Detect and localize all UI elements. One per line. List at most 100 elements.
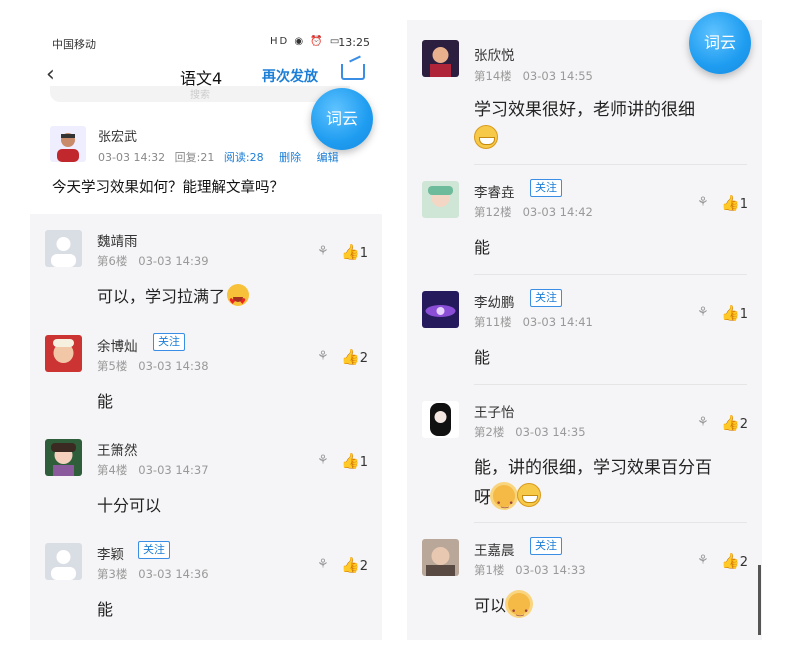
like-count: 1: [739, 307, 748, 322]
thumbs-up-icon: 👍: [341, 348, 360, 366]
like-count: 2: [739, 555, 748, 570]
flower-icon[interactable]: ⚘: [317, 453, 329, 468]
floor-label: 第4楼: [97, 463, 128, 477]
comment-time: 03-03 14:33: [515, 563, 586, 577]
avatar[interactable]: [50, 126, 86, 162]
like-button[interactable]: 👍2: [721, 552, 748, 570]
avatar[interactable]: [45, 230, 82, 267]
thumbs-up-icon: 👍: [721, 414, 740, 432]
comment-time: 03-03 14:55: [522, 69, 593, 83]
thumbs-up-icon: 👍: [721, 194, 740, 212]
comment-meta: 第4楼 03-03 14:37: [97, 462, 209, 478]
comment-author: 王嘉晨: [474, 543, 515, 559]
floor-label: 第14楼: [474, 69, 512, 83]
comment-body: 可以: [474, 596, 507, 615]
list-item: 李睿垚 关注 第12楼 03-03 14:42 ⚘ 👍1 能: [407, 165, 762, 275]
post-meta: 03-03 14:32 回复:21 阅读:28 删除 编辑: [98, 149, 339, 165]
word-cloud-button[interactable]: 词云: [689, 12, 751, 74]
list-item: 魏靖雨 第6楼 03-03 14:39 ⚘ 👍1 可以，学习拉满了: [30, 214, 382, 319]
post-date: 03-03 14:32: [98, 151, 166, 164]
comment-time: 03-03 14:37: [138, 463, 209, 477]
sun-emoji-icon: [508, 593, 531, 627]
flower-icon[interactable]: ⚘: [697, 415, 709, 430]
comment-author: 王子怡: [474, 405, 515, 421]
list-item: 王子怡 第2楼 03-03 14:35 ⚘ 👍2 能，讲的很细，学习效果百分百呀: [407, 385, 762, 523]
heart-eyes-emoji-icon: [227, 284, 250, 317]
list-item: 余博灿 关注 第5楼 03-03 14:38 ⚘ 👍2 能: [30, 319, 382, 423]
right-screen: 张欣悦 第14楼 03-03 14:55 学习效果很好，老师讲的很细 李睿垚 关…: [407, 0, 762, 640]
flower-icon[interactable]: ⚘: [697, 305, 709, 320]
resend-button[interactable]: 再次发放: [262, 66, 318, 86]
like-button[interactable]: 👍1: [341, 243, 368, 261]
avatar[interactable]: [422, 181, 459, 218]
clock-label: 13:25: [338, 36, 370, 49]
flower-icon[interactable]: ⚘: [317, 349, 329, 364]
carrier-label: 中国移动: [52, 38, 96, 51]
comment-text: 可以: [474, 591, 531, 627]
read-count[interactable]: 阅读:28: [224, 151, 264, 164]
edit-button[interactable]: 编辑: [317, 151, 339, 164]
like-button[interactable]: 👍2: [341, 348, 368, 366]
flower-icon[interactable]: ⚘: [697, 553, 709, 568]
floor-label: 第12楼: [474, 205, 512, 219]
comment-text: 可以，学习拉满了: [97, 282, 250, 317]
back-arrow-icon[interactable]: ‹: [46, 62, 55, 87]
scrollbar[interactable]: [758, 565, 761, 635]
grin-emoji-icon: [474, 125, 498, 149]
comment-meta: 第14楼 03-03 14:55: [474, 68, 593, 84]
post-question: 今天学习效果如何？能理解文章吗？: [52, 180, 284, 196]
avatar[interactable]: [45, 335, 82, 372]
comment-text: 能: [474, 348, 491, 367]
comment-text: 能，讲的很细，学习效果百分百呀: [474, 453, 712, 519]
like-button[interactable]: 👍1: [721, 194, 748, 212]
comment-text: 能: [97, 600, 114, 619]
comment-time: 03-03 14:36: [138, 567, 209, 581]
list-item: 王嘉晨 关注 第1楼 03-03 14:33 ⚘ 👍2 可以: [407, 523, 762, 640]
comment-author: 李睿垚: [474, 185, 515, 201]
comment-author: 李颖: [97, 547, 124, 563]
avatar[interactable]: [422, 401, 459, 438]
thumbs-up-icon: 👍: [341, 556, 360, 574]
comment-time: 03-03 14:38: [138, 359, 209, 373]
left-screen: 中国移动 HD ◉ ⏰ ▭ 13:25 ‹ 语文4 再次发放 搜索 词云 张宏武…: [30, 0, 382, 640]
comment-body-line2: 呀: [474, 488, 491, 508]
comment-meta: 第11楼 03-03 14:41: [474, 314, 593, 330]
flower-icon[interactable]: ⚘: [317, 244, 329, 259]
search-input[interactable]: 搜索: [50, 86, 350, 102]
comment-author: 余博灿: [97, 339, 138, 355]
follow-button[interactable]: 关注: [530, 537, 562, 555]
avatar[interactable]: [422, 291, 459, 328]
floor-label: 第2楼: [474, 425, 505, 439]
share-icon[interactable]: [341, 64, 365, 80]
delete-button[interactable]: 删除: [279, 151, 301, 164]
floor-label: 第3楼: [97, 567, 128, 581]
avatar[interactable]: [45, 439, 82, 476]
floor-label: 第5楼: [97, 359, 128, 373]
status-bar: 中国移动 HD ◉ ⏰ ▭ 13:25: [30, 28, 382, 56]
like-button[interactable]: 👍1: [341, 452, 368, 470]
like-button[interactable]: 👍2: [341, 556, 368, 574]
sun-emoji-icon: [493, 485, 515, 519]
comment-author: 王箫然: [97, 443, 138, 459]
comment-body: 可以，学习拉满了: [97, 287, 226, 306]
grin-emoji-icon: [517, 483, 541, 507]
follow-button[interactable]: 关注: [138, 541, 170, 559]
comment-time: 03-03 14:35: [515, 425, 586, 439]
avatar[interactable]: [45, 543, 82, 580]
flower-icon[interactable]: ⚘: [317, 557, 329, 572]
comment-time: 03-03 14:42: [522, 205, 593, 219]
avatar[interactable]: [422, 40, 459, 77]
comment-meta: 第6楼 03-03 14:39: [97, 253, 209, 269]
flower-icon[interactable]: ⚘: [697, 195, 709, 210]
comment-text: 十分可以: [97, 496, 162, 515]
comment-body: 能，讲的很细，学习效果百分百: [474, 458, 712, 478]
follow-button[interactable]: 关注: [153, 333, 185, 351]
status-icons: HD ◉ ⏰ ▭: [270, 36, 342, 47]
follow-button[interactable]: 关注: [530, 289, 562, 307]
like-button[interactable]: 👍2: [721, 414, 748, 432]
comment-meta: 第1楼 03-03 14:33: [474, 562, 586, 578]
avatar[interactable]: [422, 539, 459, 576]
follow-button[interactable]: 关注: [530, 179, 562, 197]
list-item: 李颖 关注 第3楼 03-03 14:36 ⚘ 👍2 能: [30, 527, 382, 640]
like-button[interactable]: 👍1: [721, 304, 748, 322]
